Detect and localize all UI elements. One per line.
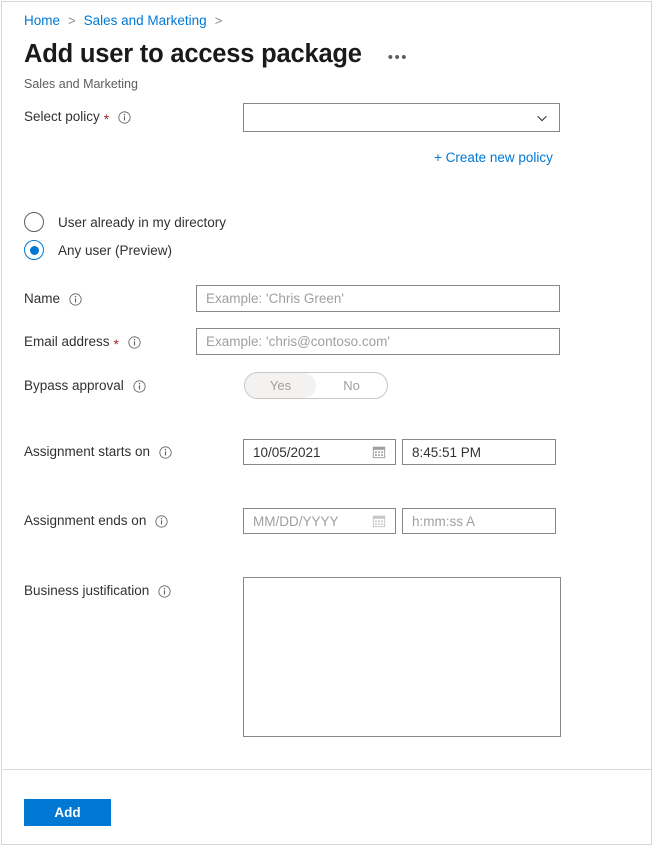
radio-label-user-already-in-directory: User already in my directory xyxy=(58,214,227,230)
info-icon[interactable] xyxy=(158,585,171,598)
assignment-ends-on-label: Assignment ends on xyxy=(24,513,168,528)
email-address-label-text: Email address xyxy=(24,334,110,349)
required-marker: * xyxy=(103,110,110,127)
radio-label-any-user-preview: Any user (Preview) xyxy=(58,242,173,258)
breadcrumb-item-sales-and-marketing[interactable]: Sales and Marketing xyxy=(84,13,207,28)
email-address-input-placeholder: Example: 'chris@contoso.com' xyxy=(206,334,390,349)
info-icon[interactable] xyxy=(128,336,141,349)
assignment-starts-date-input[interactable]: 10/05/2021 xyxy=(243,439,396,465)
business-justification-textarea[interactable] xyxy=(243,577,561,737)
assignment-starts-time-input[interactable]: 8:45:51 PM xyxy=(402,439,556,465)
bypass-approval-label: Bypass approval xyxy=(24,378,146,393)
name-input[interactable]: Example: 'Chris Green' xyxy=(196,285,560,312)
business-justification-label-text: Business justification xyxy=(24,583,150,598)
toggle-option-yes[interactable]: Yes xyxy=(245,373,316,398)
access-package-panel: Home > Sales and Marketing > Add user to… xyxy=(1,1,652,845)
bypass-approval-toggle[interactable]: Yes No xyxy=(244,372,388,399)
select-policy-label: Select policy * xyxy=(24,109,131,127)
select-policy-label-text: Select policy xyxy=(24,109,100,124)
page-subtitle: Sales and Marketing xyxy=(24,77,138,91)
assignment-starts-on-label-text: Assignment starts on xyxy=(24,444,151,459)
assignment-ends-date-input[interactable]: MM/DD/YYYY xyxy=(243,508,396,534)
assignment-starts-on-label: Assignment starts on xyxy=(24,444,172,459)
create-new-policy-link[interactable]: + Create new policy xyxy=(434,150,553,165)
chevron-down-icon xyxy=(535,111,549,125)
title-row: Add user to access package ••• xyxy=(24,40,408,68)
assignment-starts-date-value: 10/05/2021 xyxy=(253,444,321,460)
radio-icon-checked[interactable] xyxy=(24,240,44,260)
assignment-ends-time-placeholder: h:mm:ss A xyxy=(412,513,476,529)
assignment-ends-on-label-text: Assignment ends on xyxy=(24,513,147,528)
info-icon[interactable] xyxy=(155,515,168,528)
radio-user-already-in-directory[interactable]: User already in my directory xyxy=(24,212,226,232)
radio-any-user-preview[interactable]: Any user (Preview) xyxy=(24,240,172,260)
bypass-approval-label-text: Bypass approval xyxy=(24,378,124,393)
assignment-starts-time-value: 8:45:51 PM xyxy=(412,444,482,460)
toggle-option-no[interactable]: No xyxy=(316,373,387,398)
calendar-icon[interactable] xyxy=(372,445,386,459)
required-marker: * xyxy=(113,335,119,352)
info-icon[interactable] xyxy=(133,380,146,393)
calendar-icon[interactable] xyxy=(372,514,386,528)
info-icon[interactable] xyxy=(159,446,172,459)
name-input-placeholder: Example: 'Chris Green' xyxy=(206,291,344,306)
select-policy-dropdown[interactable] xyxy=(243,103,560,132)
footer-divider xyxy=(3,769,652,770)
radio-icon-unchecked[interactable] xyxy=(24,212,44,232)
more-options-icon[interactable]: ••• xyxy=(388,49,408,66)
breadcrumb: Home > Sales and Marketing > xyxy=(24,13,230,28)
info-icon[interactable] xyxy=(69,293,82,306)
page-title: Add user to access package xyxy=(24,40,362,68)
email-address-input[interactable]: Example: 'chris@contoso.com' xyxy=(196,328,560,355)
breadcrumb-item-home[interactable]: Home xyxy=(24,13,60,28)
breadcrumb-separator-icon-2: > xyxy=(214,13,223,28)
add-button[interactable]: Add xyxy=(24,799,111,826)
business-justification-label: Business justification xyxy=(24,583,171,598)
name-label: Name xyxy=(24,291,82,306)
email-address-label: Email address * xyxy=(24,334,141,352)
name-label-text: Name xyxy=(24,291,61,306)
breadcrumb-separator-icon: > xyxy=(68,13,76,28)
assignment-ends-time-input[interactable]: h:mm:ss A xyxy=(402,508,556,534)
info-icon[interactable] xyxy=(118,111,131,124)
assignment-ends-date-placeholder: MM/DD/YYYY xyxy=(253,513,339,529)
